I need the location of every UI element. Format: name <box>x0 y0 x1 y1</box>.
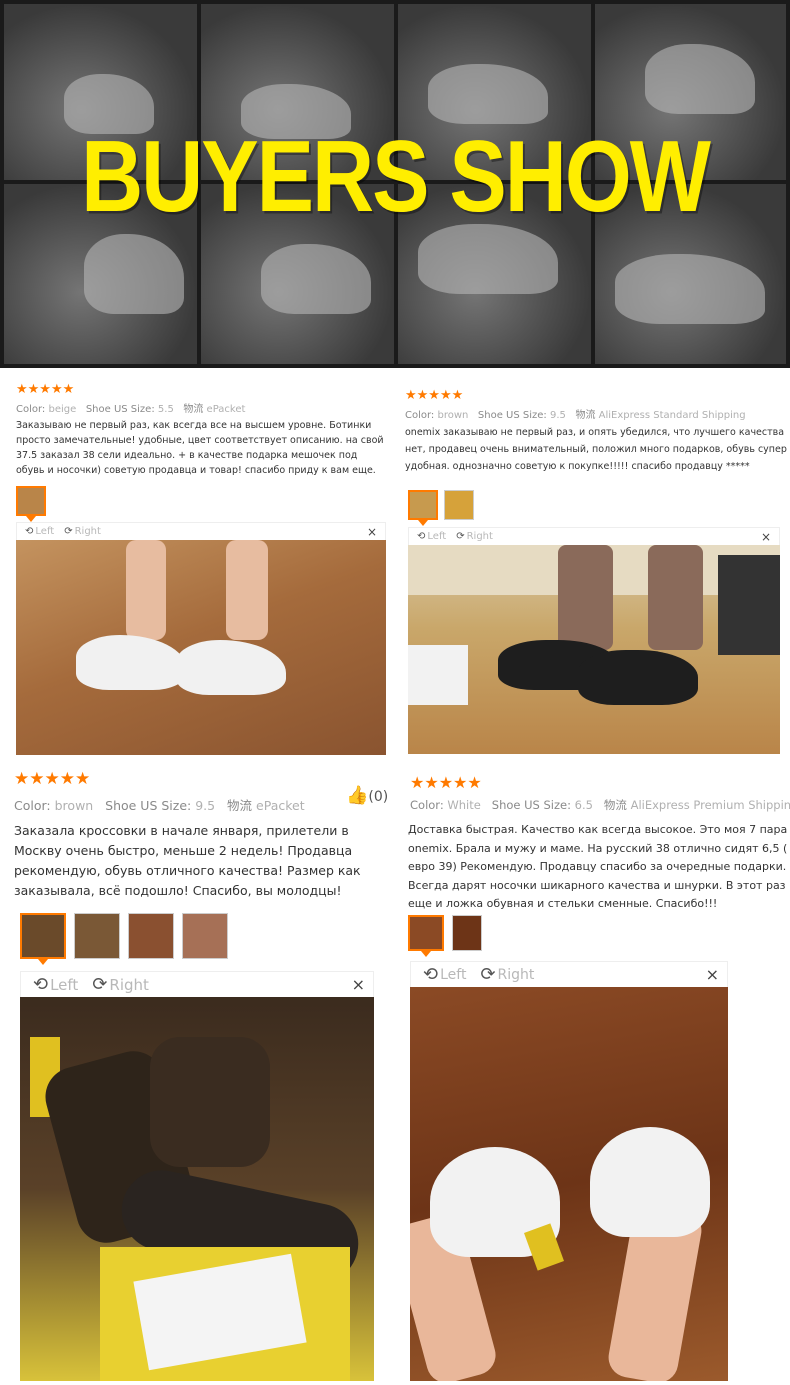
review-thumbnail[interactable] <box>182 913 228 959</box>
like-count: (0) <box>368 789 389 805</box>
rotate-left-button[interactable]: Left <box>50 976 78 994</box>
rotate-right-icon[interactable]: ⟳ <box>92 974 107 995</box>
review-thumbnail[interactable] <box>20 913 66 965</box>
close-icon[interactable]: × <box>706 965 719 984</box>
close-icon[interactable]: × <box>367 525 377 539</box>
review-card: ★★★★★ Color: White Shoe US Size: 6.5 物流 … <box>398 765 790 1385</box>
review-thumbnails <box>408 915 482 957</box>
rating-stars: ★★★★★ <box>14 769 91 789</box>
rotate-left-icon[interactable]: ⟲ <box>25 526 33 537</box>
rotate-right-icon[interactable]: ⟳ <box>480 964 495 985</box>
review-photo <box>408 545 780 754</box>
rotate-right-icon[interactable]: ⟳ <box>456 531 464 542</box>
rotate-left-icon[interactable]: ⟲ <box>423 964 438 985</box>
image-viewer-toolbar: ⟲ Left ⟳ Right × <box>16 522 386 540</box>
rotate-right-button[interactable]: Right <box>498 967 535 983</box>
review-photo <box>410 987 728 1381</box>
rotate-right-icon[interactable]: ⟳ <box>64 526 72 537</box>
banner-title: BUYERS SHOW <box>81 120 711 234</box>
review-text: Заказываю не первый раз, как всегда все … <box>16 420 384 476</box>
review-card: ★★★★★ Color: beige Shoe US Size: 5.5 物流 … <box>0 378 395 762</box>
review-thumbnails <box>408 490 474 526</box>
rotate-left-button[interactable]: Left <box>35 526 54 537</box>
review-thumbnail[interactable] <box>128 913 174 959</box>
rotate-left-button[interactable]: Left <box>427 531 446 542</box>
review-text: Заказала кроссовки в начале января, прил… <box>14 823 361 898</box>
close-icon[interactable]: × <box>352 975 365 994</box>
rating-stars: ★★★★★ <box>16 382 75 397</box>
review-thumbnails <box>16 486 46 522</box>
rotate-right-button[interactable]: Right <box>467 531 493 542</box>
review-thumbnail[interactable] <box>74 913 120 959</box>
review-meta: Color: brown Shoe US Size: 9.5 物流 ePacke… <box>14 798 305 813</box>
review-meta: Color: beige Shoe US Size: 5.5 物流 ePacke… <box>16 404 246 415</box>
review-meta: Color: White Shoe US Size: 6.5 物流 AliExp… <box>410 798 790 812</box>
rotate-right-button[interactable]: Right <box>75 526 101 537</box>
review-card: ★★★★★ 👍(0) Color: brown Shoe US Size: 9.… <box>0 765 395 1385</box>
review-thumbnail[interactable] <box>16 486 46 522</box>
review-meta: Color: brown Shoe US Size: 9.5 物流 AliExp… <box>405 410 746 421</box>
review-thumbnail[interactable] <box>408 490 438 526</box>
like-control[interactable]: 👍(0) <box>346 785 388 806</box>
review-thumbnail[interactable] <box>452 915 482 951</box>
close-icon[interactable]: × <box>761 530 771 544</box>
rating-stars: ★★★★★ <box>410 773 482 792</box>
rotate-right-button[interactable]: Right <box>109 976 149 994</box>
review-text: Доставка быстрая. Качество как всегда вы… <box>408 823 788 910</box>
image-viewer-toolbar: ⟲ Left ⟳ Right × <box>408 527 780 545</box>
image-viewer-toolbar: ⟲ Left ⟳ Right × <box>20 971 374 997</box>
review-thumbnails <box>20 913 228 965</box>
rotate-left-icon[interactable]: ⟲ <box>33 974 48 995</box>
review-text: onemix заказываю не первый раз, и опять … <box>405 427 787 472</box>
review-photo <box>20 997 374 1381</box>
review-photo <box>16 540 386 755</box>
rotate-left-icon[interactable]: ⟲ <box>417 531 425 542</box>
image-viewer-toolbar: ⟲ Left ⟳ Right × <box>410 961 728 987</box>
thumbs-up-icon[interactable]: 👍 <box>346 785 368 806</box>
review-card: ★★★★★ Color: brown Shoe US Size: 9.5 物流 … <box>398 384 790 762</box>
review-thumbnail[interactable] <box>408 915 444 957</box>
rating-stars: ★★★★★ <box>405 388 464 403</box>
buyers-show-banner: BUYERS SHOW <box>0 0 790 368</box>
rotate-left-button[interactable]: Left <box>440 967 466 983</box>
review-thumbnail[interactable] <box>444 490 474 520</box>
